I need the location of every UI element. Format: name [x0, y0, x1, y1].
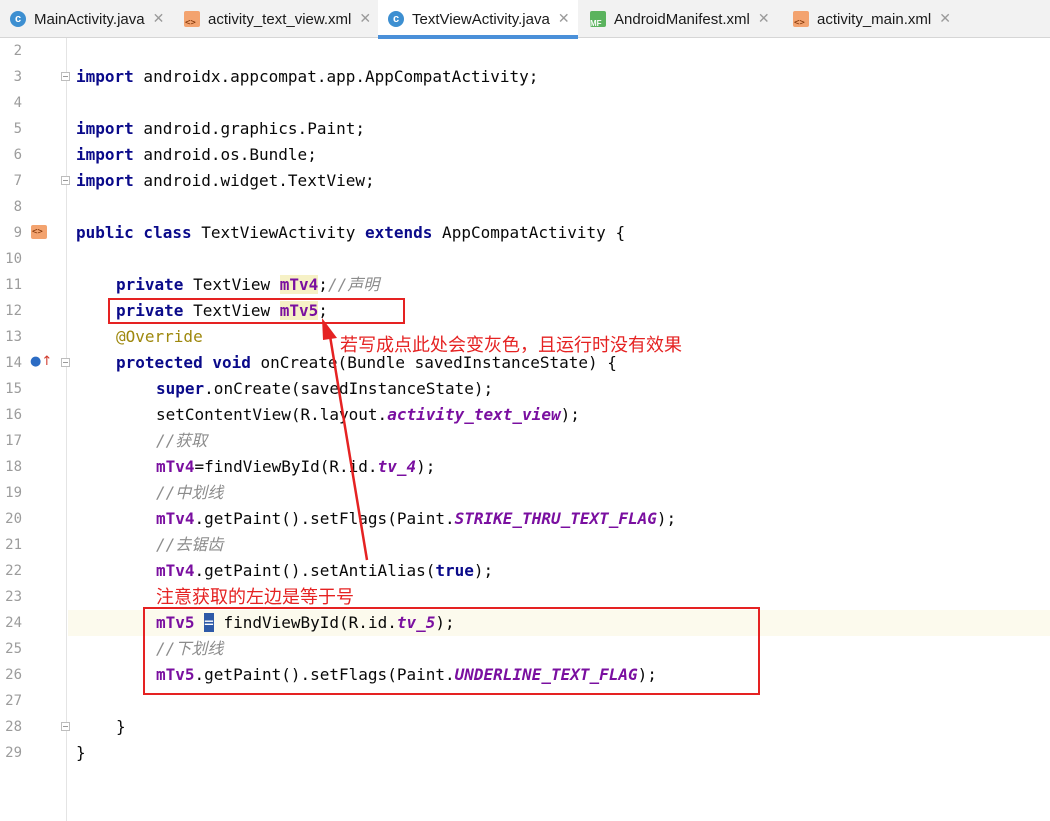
annotation-arrow — [322, 318, 369, 561]
